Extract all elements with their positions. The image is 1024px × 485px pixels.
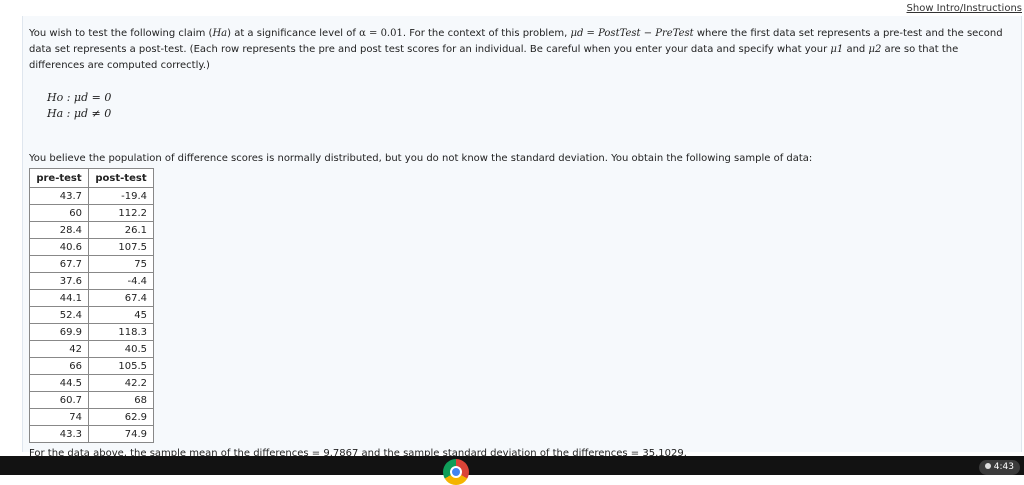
table-row: 42 40.5 xyxy=(29,340,154,358)
alpha-expression: α = 0.01 xyxy=(359,28,403,39)
table-row: 44.5 42.2 xyxy=(29,374,154,392)
pre-test-cell: 66 xyxy=(29,357,89,375)
pre-test-cell: 74 xyxy=(29,408,89,426)
chrome-icon[interactable] xyxy=(443,459,469,485)
taskbar: 4:43 xyxy=(0,456,1024,485)
post-test-cell: -4.4 xyxy=(88,272,154,290)
post-test-cell: 118.3 xyxy=(88,323,154,341)
table-row: 44.1 67.4 xyxy=(29,289,154,307)
post-test-cell: 68 xyxy=(88,391,154,409)
clock-time: 4:43 xyxy=(993,462,1014,472)
pre-test-cell: 60 xyxy=(29,204,89,222)
table-row: 40.6 107.5 xyxy=(29,238,154,256)
null-hypothesis: Ho : μd = 0 xyxy=(47,91,112,104)
show-instructions-link[interactable]: Show Intro/Instructions xyxy=(907,3,1022,14)
problem-statement: You wish to test the following claim (Ha… xyxy=(29,26,1014,74)
question-panel: You wish to test the following claim (Ha… xyxy=(22,16,1022,459)
table-row: 69.9 118.3 xyxy=(29,323,154,341)
pre-test-cell: 28.4 xyxy=(29,221,89,239)
pre-test-cell: 60.7 xyxy=(29,391,89,409)
alt-hypothesis: Ha : μd ≠ 0 xyxy=(47,107,112,120)
table-row: 28.4 26.1 xyxy=(29,221,154,239)
pre-test-cell: 52.4 xyxy=(29,306,89,324)
header-post-test: post-test xyxy=(88,168,154,188)
post-test-cell: 74.9 xyxy=(88,425,154,443)
chrome-center-icon xyxy=(450,466,462,478)
mu2-symbol: μ2 xyxy=(868,44,882,55)
pre-test-cell: 67.7 xyxy=(29,255,89,273)
post-test-cell: 45 xyxy=(88,306,154,324)
data-intro-text: You believe the population of difference… xyxy=(29,153,813,164)
post-test-cell: 67.4 xyxy=(88,289,154,307)
statement-text: . For the context of this problem, xyxy=(402,28,568,39)
post-test-cell: 42.2 xyxy=(88,374,154,392)
post-test-cell: -19.4 xyxy=(88,187,154,205)
table-row: 52.4 45 xyxy=(29,306,154,324)
pre-test-cell: 44.5 xyxy=(29,374,89,392)
pre-test-cell: 40.6 xyxy=(29,238,89,256)
header-pre-test: pre-test xyxy=(29,168,89,188)
post-test-cell: 26.1 xyxy=(88,221,154,239)
ha-symbol: Ha xyxy=(212,28,228,39)
table-row: 43.7 -19.4 xyxy=(29,187,154,205)
post-test-cell: 75 xyxy=(88,255,154,273)
statement-text: and xyxy=(846,44,866,55)
post-test-cell: 40.5 xyxy=(88,340,154,358)
statement-text: You wish to test the following claim ( xyxy=(29,28,213,39)
statement-text: ) at a significance level of xyxy=(227,28,356,39)
pre-test-cell: 43.7 xyxy=(29,187,89,205)
pre-test-cell: 42 xyxy=(29,340,89,358)
table-row: 74 62.9 xyxy=(29,408,154,426)
table-row: 60.7 68 xyxy=(29,391,154,409)
hypotheses: Ho : μd = 0 Ha : μd ≠ 0 xyxy=(47,90,111,122)
pre-test-cell: 37.6 xyxy=(29,272,89,290)
pre-test-cell: 43.3 xyxy=(29,425,89,443)
table-row: 67.7 75 xyxy=(29,255,154,273)
mud-expression: μd = PostTest − PreTest xyxy=(570,28,694,39)
post-test-cell: 105.5 xyxy=(88,357,154,375)
table-row: 43.3 74.9 xyxy=(29,425,154,443)
system-tray[interactable]: 4:43 xyxy=(978,460,1020,475)
data-table: pre-test post-test 43.7 -19.4 60 112.2 28.… xyxy=(29,168,154,443)
pre-test-cell: 69.9 xyxy=(29,323,89,341)
table-row: 66 105.5 xyxy=(29,357,154,375)
table-row: 37.6 -4.4 xyxy=(29,272,154,290)
wifi-icon xyxy=(984,463,991,469)
table-row: 60 112.2 xyxy=(29,204,154,222)
post-test-cell: 112.2 xyxy=(88,204,154,222)
post-test-cell: 107.5 xyxy=(88,238,154,256)
post-test-cell: 62.9 xyxy=(88,408,154,426)
pre-test-cell: 44.1 xyxy=(29,289,89,307)
mu1-symbol: μ1 xyxy=(830,44,844,55)
